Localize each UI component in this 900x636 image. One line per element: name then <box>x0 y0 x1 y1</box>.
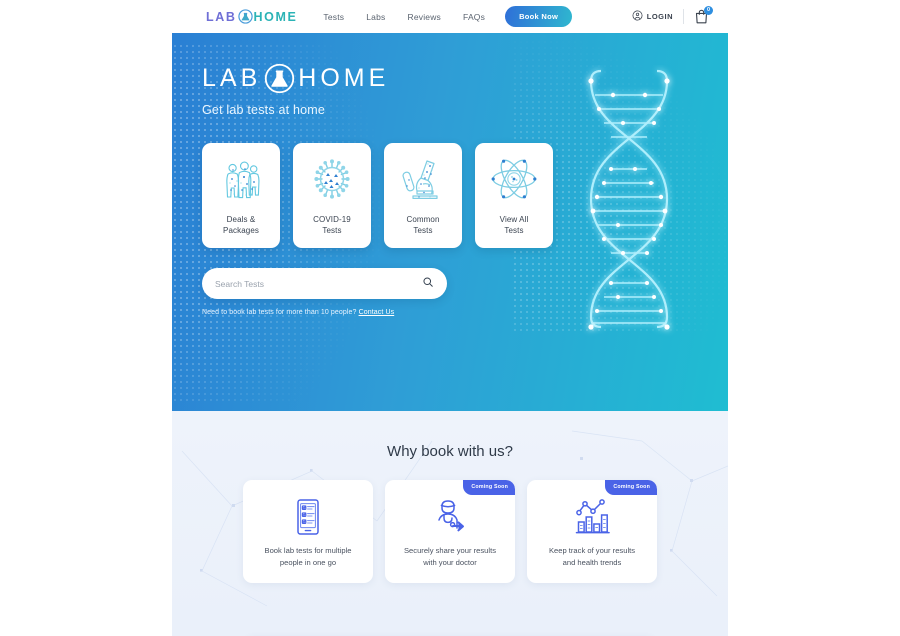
cart-count-badge: 0 <box>704 5 713 15</box>
atom-icon <box>488 154 540 204</box>
page-root: LAB HOME Tests Labs Reviews FAQs Book No… <box>0 0 900 636</box>
logo-text-home: HOME <box>253 9 298 24</box>
feature-text-line1: Book lab tests for multiple <box>264 545 352 555</box>
tablet-checklist-icon <box>287 498 329 536</box>
nav-item-reviews[interactable]: Reviews <box>407 12 441 22</box>
book-now-button[interactable]: Book Now <box>505 6 573 27</box>
category-card-deals-packages[interactable]: Deals & Packages <box>202 143 280 248</box>
people-group-icon <box>215 154 267 204</box>
flask-circle-icon <box>264 63 295 94</box>
hero-logo-text-lab: LAB <box>202 64 262 92</box>
why-book-section: Why book with us? Book lab tests for mul… <box>172 411 728 636</box>
bar-chart-trend-icon <box>571 498 613 536</box>
app-column: LAB HOME Tests Labs Reviews FAQs Book No… <box>172 0 728 636</box>
search-button[interactable] <box>422 276 434 291</box>
login-label: LOGIN <box>646 12 673 21</box>
microscope-icon <box>397 154 449 204</box>
feature-card-text: Securely share your results with your do… <box>396 545 504 569</box>
search-icon <box>422 276 434 291</box>
logo-text-lab: LAB <box>206 9 237 24</box>
header-divider <box>683 9 684 24</box>
feature-card-text: Book lab tests for multiple people in on… <box>257 545 360 569</box>
cat-label-line1: COVID-19 <box>313 215 351 225</box>
user-circle-icon <box>632 8 643 26</box>
feature-text-line1: Securely share your results <box>403 545 496 555</box>
coming-soon-badge: Coming Soon <box>463 480 515 495</box>
cat-label-line1: View All <box>499 215 529 225</box>
category-card-common-tests[interactable]: Common Tests <box>384 143 462 248</box>
nav-item-tests[interactable]: Tests <box>323 12 344 22</box>
header-actions: LOGIN 0 <box>632 5 713 26</box>
flask-circle-icon <box>237 9 253 24</box>
feature-card-text: Keep track of your results and health tr… <box>541 545 643 569</box>
hero-logo: LAB HOME <box>202 63 728 94</box>
category-card-label: COVID-19 Tests <box>313 215 351 237</box>
category-card-covid19-tests[interactable]: COVID-19 Tests <box>293 143 371 248</box>
feature-card-track-results[interactable]: Coming Soon Keep track of your results a… <box>527 480 657 583</box>
feature-text-line2: with your doctor <box>423 557 477 567</box>
main-nav: Tests Labs Reviews FAQs <box>323 12 485 22</box>
nav-item-labs[interactable]: Labs <box>366 12 385 22</box>
feature-cards: Book lab tests for multiple people in on… <box>172 480 728 583</box>
cat-label-line1: Common <box>406 215 440 225</box>
cat-label-line2: Tests <box>322 226 342 236</box>
cart-button[interactable]: 0 <box>694 5 713 26</box>
search-bar[interactable] <box>202 268 447 299</box>
bulk-booking-note-text: Need to book lab tests for more than 10 … <box>202 309 357 316</box>
why-book-title: Why book with us? <box>387 443 513 460</box>
login-button[interactable]: LOGIN <box>632 8 673 26</box>
category-card-label: Deals & Packages <box>223 215 259 237</box>
search-input[interactable] <box>215 278 422 289</box>
category-card-label: Common Tests <box>406 215 439 237</box>
category-cards: Deals & Packages COVID-19 Tests Common T… <box>202 143 728 248</box>
site-header: LAB HOME Tests Labs Reviews FAQs Book No… <box>172 0 728 33</box>
feature-text-line2: and health trends <box>562 557 622 567</box>
feature-text-line2: people in one go <box>279 557 337 567</box>
doctor-share-icon <box>429 498 471 536</box>
cat-label-line2: Tests <box>504 226 524 236</box>
bulk-booking-note: Need to book lab tests for more than 10 … <box>202 309 728 316</box>
category-card-label: View All Tests <box>500 215 529 237</box>
coming-soon-badge: Coming Soon <box>605 480 657 495</box>
cat-label-line2: Packages <box>223 226 259 236</box>
virus-icon <box>306 154 358 204</box>
category-card-view-all-tests[interactable]: View All Tests <box>475 143 553 248</box>
feature-text-line1: Keep track of your results <box>548 545 636 555</box>
hero-logo-text-home: HOME <box>298 64 390 92</box>
hero-section: LAB HOME Get lab tests at home Deals & P… <box>172 33 728 411</box>
hero-content: LAB HOME Get lab tests at home Deals & P… <box>172 33 728 316</box>
site-logo[interactable]: LAB HOME <box>206 9 297 24</box>
nav-item-faqs[interactable]: FAQs <box>463 12 485 22</box>
feature-card-book-multiple[interactable]: Book lab tests for multiple people in on… <box>243 480 373 583</box>
cat-label-line1: Deals & <box>226 215 256 225</box>
contact-us-link[interactable]: Contact Us <box>359 309 395 316</box>
hero-tagline: Get lab tests at home <box>202 103 326 117</box>
cat-label-line2: Tests <box>413 226 433 236</box>
feature-card-share-results[interactable]: Coming Soon Securely share your results … <box>385 480 515 583</box>
